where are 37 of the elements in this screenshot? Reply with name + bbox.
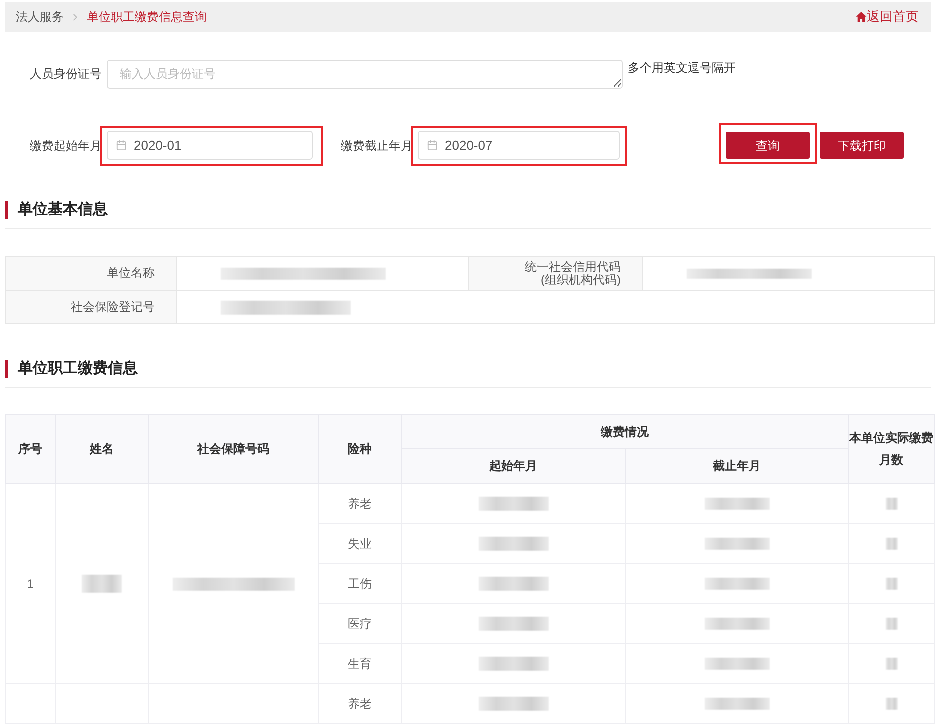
- label-cell: 单位名称: [6, 256, 176, 290]
- field-label: 人员身份证号: [29, 66, 102, 83]
- date-field[interactable]: 2020-01: [107, 131, 313, 160]
- breadcrumb-item[interactable]: 单位职工缴费信息查询: [87, 8, 207, 26]
- table-cell: 生育: [318, 644, 402, 684]
- table-cell: 失业: [318, 524, 402, 564]
- field-label: 缴费截止年月: [341, 138, 413, 154]
- hint-text: 多个用英文逗号隔开: [628, 61, 736, 75]
- breadcrumb-item[interactable]: 法人服务: [16, 8, 64, 26]
- date-field[interactable]: 2020-07: [418, 131, 620, 160]
- action-button[interactable]: 下载打印: [820, 132, 904, 159]
- calendar-icon: [116, 140, 127, 151]
- table-cell: 养老: [318, 684, 402, 724]
- table-cell: 1: [27, 576, 34, 590]
- section-title: 单位基本信息: [18, 200, 108, 220]
- home-link[interactable]: 返回首页: [856, 7, 919, 27]
- table-cell: 医疗: [318, 604, 402, 644]
- section-title: 单位职工缴费信息: [18, 359, 138, 379]
- label-cell: 统一社会信用代码 (组织机构代码): [468, 256, 642, 290]
- home-icon: [856, 12, 867, 22]
- column-header: 险种: [318, 414, 402, 484]
- column-header: 起始年月: [402, 448, 626, 484]
- calendar-icon: [427, 140, 438, 151]
- field-label: 缴费起始年月: [29, 138, 102, 154]
- accent-bar: [5, 201, 8, 219]
- id-number-field[interactable]: 输入人员身份证号: [107, 60, 623, 89]
- column-header: 姓名: [56, 414, 148, 484]
- column-header: 社会保障号码: [148, 414, 318, 484]
- column-header: 缴费情况: [402, 414, 848, 448]
- table-cell: 工伤: [318, 564, 402, 604]
- label-cell: 社会保险登记号: [6, 290, 176, 324]
- column-header: 序号: [6, 414, 56, 484]
- action-button[interactable]: 查询: [726, 132, 810, 159]
- column-header: 本单位实际缴费月数: [848, 414, 934, 484]
- table-cell: 养老: [318, 484, 402, 524]
- column-header: 截止年月: [626, 448, 848, 484]
- accent-bar: [5, 360, 8, 378]
